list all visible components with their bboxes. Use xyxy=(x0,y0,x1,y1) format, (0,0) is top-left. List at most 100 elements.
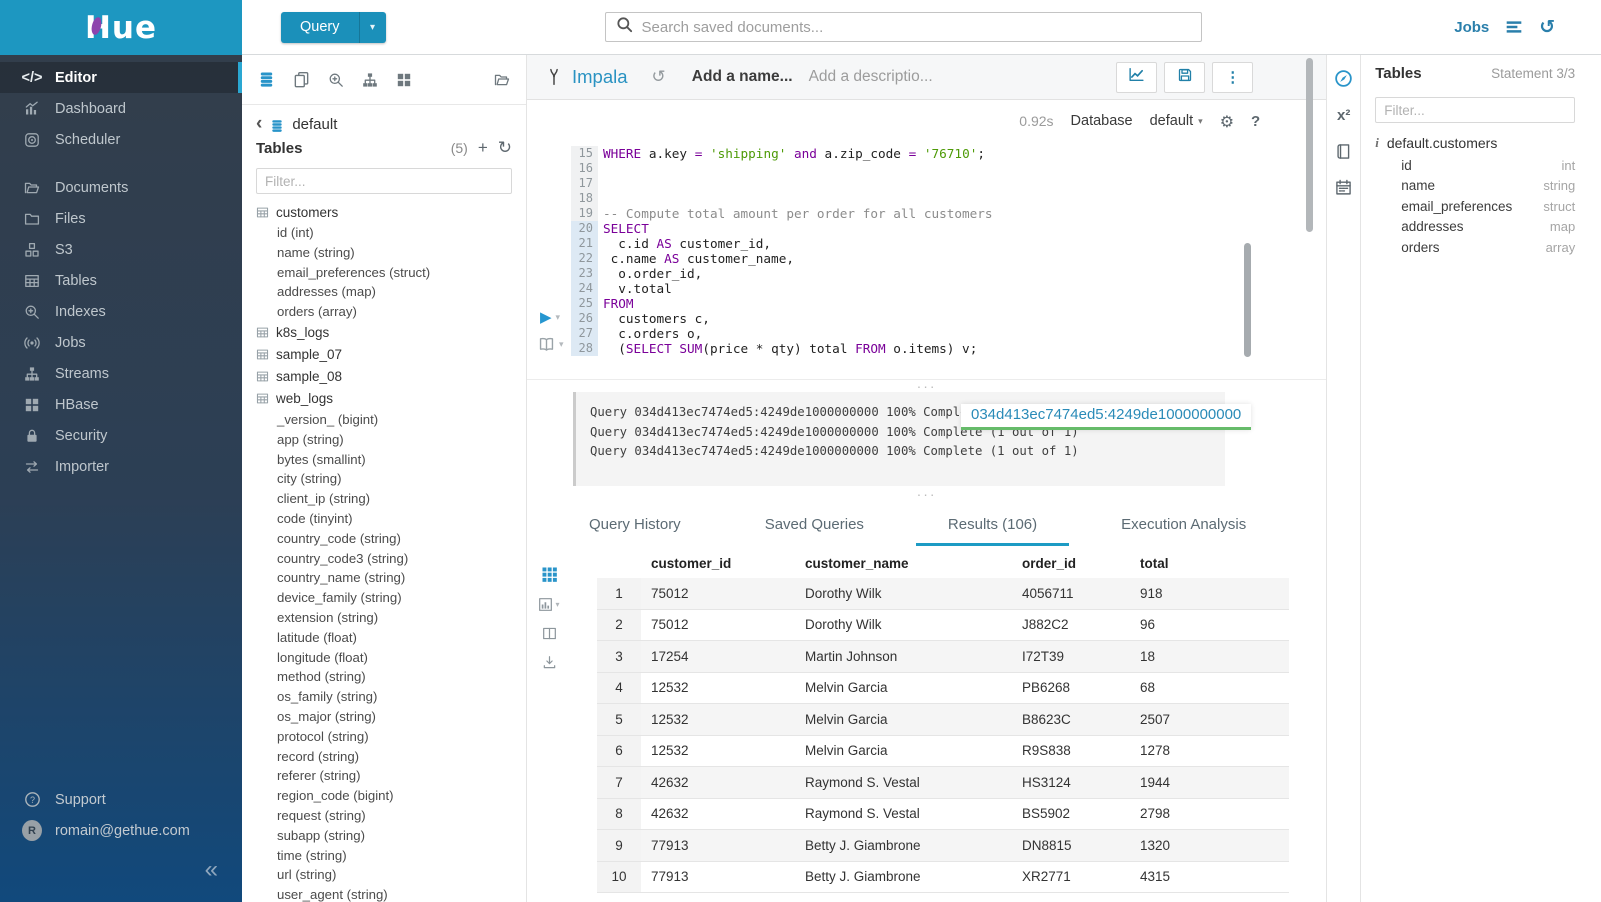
sidebar-item-security[interactable]: Security xyxy=(0,420,242,451)
table-item-k8s-logs[interactable]: k8s_logs xyxy=(256,322,526,344)
resize-handle[interactable]: ··· xyxy=(527,486,1326,502)
column-header-total[interactable]: total xyxy=(1130,556,1289,571)
column-header-customer-name[interactable]: customer_name xyxy=(795,556,1012,571)
query-button-caret[interactable]: ▾ xyxy=(359,12,386,43)
apps-grid-icon[interactable] xyxy=(396,72,412,88)
column-item[interactable]: os_family (string) xyxy=(256,687,526,707)
column-item[interactable]: city (string) xyxy=(256,469,526,489)
language-reference-button[interactable]: ▾ xyxy=(538,336,564,353)
right-column-item-orders[interactable]: ordersarray xyxy=(1375,237,1601,258)
sidebar-item-files[interactable]: Files xyxy=(0,203,242,234)
refresh-icon[interactable]: ↻ xyxy=(498,141,512,155)
column-item[interactable]: region_code (bigint) xyxy=(256,786,526,806)
column-item[interactable]: addresses (map) xyxy=(256,282,526,302)
panel-scrollbar[interactable] xyxy=(1306,58,1313,232)
table-item-sample-07[interactable]: sample_07 xyxy=(256,344,526,366)
editor-scrollbar[interactable] xyxy=(1244,243,1251,357)
tab-query-history[interactable]: Query History xyxy=(585,502,685,546)
open-folder-icon[interactable] xyxy=(494,72,510,88)
column-item[interactable]: extension (string) xyxy=(256,608,526,628)
column-item[interactable]: latitude (float) xyxy=(256,628,526,648)
column-item[interactable]: referer (string) xyxy=(256,766,526,786)
right-column-item-id[interactable]: idint xyxy=(1375,155,1601,176)
search-input[interactable] xyxy=(642,19,1191,36)
column-item[interactable]: method (string) xyxy=(256,667,526,687)
sidebar-collapse-button[interactable]: « xyxy=(0,852,242,888)
jobs-link[interactable]: Jobs xyxy=(1454,19,1489,36)
breadcrumb-database[interactable]: default xyxy=(292,116,337,133)
query-description-field[interactable]: Add a descriptio... xyxy=(809,68,933,86)
right-column-item-addresses[interactable]: addressesmap xyxy=(1375,217,1601,238)
sidebar-item-jobs[interactable]: Jobs xyxy=(0,327,242,358)
sidebar-item-editor[interactable]: </>Editor xyxy=(0,62,242,93)
columns-view-button[interactable] xyxy=(542,626,557,641)
search-plus-icon[interactable] xyxy=(328,72,344,88)
schedule-tab-button[interactable] xyxy=(1335,179,1352,196)
documents-source-icon[interactable] xyxy=(293,71,310,88)
hue-logo[interactable]: Hue xyxy=(0,0,242,55)
download-button[interactable] xyxy=(542,655,557,670)
sidebar-item-tables[interactable]: Tables xyxy=(0,265,242,296)
database-source-icon[interactable] xyxy=(258,71,275,88)
column-item[interactable]: country_name (string) xyxy=(256,568,526,588)
column-item[interactable]: code (tinyint) xyxy=(256,509,526,529)
database-selector[interactable]: default ▾ xyxy=(1150,113,1203,129)
chart-view-button[interactable]: ▾ xyxy=(538,597,559,612)
execute-button[interactable]: ▶ ▾ xyxy=(540,308,560,326)
tab-saved-queries[interactable]: Saved Queries xyxy=(761,502,868,546)
help-icon[interactable]: ? xyxy=(1251,113,1260,130)
sidebar-item-indexes[interactable]: Indexes xyxy=(0,296,242,327)
assist-filter-input[interactable] xyxy=(256,168,512,194)
language-docs-tab-button[interactable] xyxy=(1335,143,1352,160)
global-search[interactable] xyxy=(605,12,1202,42)
tab-execution-analysis[interactable]: Execution Analysis xyxy=(1117,502,1250,546)
column-item[interactable]: country_code (string) xyxy=(256,529,526,549)
column-item[interactable]: protocol (string) xyxy=(256,727,526,747)
column-header-customer-id[interactable]: customer_id xyxy=(641,556,795,571)
column-header-order-id[interactable]: order_id xyxy=(1012,556,1130,571)
add-table-icon[interactable]: + xyxy=(478,141,488,155)
column-item[interactable]: url (string) xyxy=(256,865,526,885)
sitemap-icon[interactable] xyxy=(362,72,378,88)
table-item-customers[interactable]: customers xyxy=(256,201,526,223)
column-item[interactable]: _version_ (bigint) xyxy=(256,410,526,430)
column-item[interactable]: record (string) xyxy=(256,747,526,767)
column-item[interactable]: orders (array) xyxy=(256,302,526,322)
column-item[interactable]: device_family (string) xyxy=(256,588,526,608)
history-icon[interactable]: ↺ xyxy=(1539,16,1555,38)
column-item[interactable]: name (string) xyxy=(256,243,526,263)
engine-name[interactable]: Impala xyxy=(572,66,628,88)
right-filter-input[interactable] xyxy=(1375,97,1575,123)
more-actions-button[interactable]: ⋮ xyxy=(1212,62,1253,93)
column-item[interactable]: user_agent (string) xyxy=(256,885,526,902)
column-item[interactable]: client_ip (string) xyxy=(256,489,526,509)
sidebar-item-streams[interactable]: Streams xyxy=(0,358,242,389)
tab-results-106-[interactable]: Results (106) xyxy=(944,502,1041,546)
column-item[interactable]: time (string) xyxy=(256,846,526,866)
query-id-popover[interactable]: 034d413ec7474ed5:4249de1000000000 xyxy=(961,404,1251,430)
sidebar-item-user[interactable]: R romain@gethue.com xyxy=(0,815,242,846)
query-history-icon[interactable]: ↺ xyxy=(652,67,666,87)
column-item[interactable]: app (string) xyxy=(256,430,526,450)
save-button[interactable] xyxy=(1164,62,1205,93)
sidebar-item-documents[interactable]: Documents xyxy=(0,172,242,203)
sidebar-item-scheduler[interactable]: Scheduler xyxy=(0,124,242,155)
back-chevron-icon[interactable]: ‹ xyxy=(256,115,262,133)
column-item[interactable]: country_code3 (string) xyxy=(256,549,526,569)
assistant-tab-button[interactable] xyxy=(1334,69,1353,88)
settings-gear-icon[interactable]: ⚙ xyxy=(1220,112,1234,131)
sidebar-item-s3[interactable]: S3 xyxy=(0,234,242,265)
sidebar-item-support[interactable]: ? Support xyxy=(0,784,242,815)
table-item-web-logs[interactable]: web_logs xyxy=(256,388,526,410)
sidebar-item-importer[interactable]: Importer xyxy=(0,451,242,482)
column-item[interactable]: os_major (string) xyxy=(256,707,526,727)
sidebar-item-dashboard[interactable]: Dashboard xyxy=(0,93,242,124)
new-query-button[interactable]: Query ▾ xyxy=(281,12,386,43)
functions-tab-button[interactable]: x² xyxy=(1337,107,1350,124)
column-item[interactable]: request (string) xyxy=(256,806,526,826)
resize-handle[interactable]: ··· xyxy=(527,380,1326,392)
right-column-item-name[interactable]: namestring xyxy=(1375,176,1601,197)
column-item[interactable]: subapp (string) xyxy=(256,826,526,846)
jobs-list-icon[interactable] xyxy=(1505,18,1523,36)
column-item[interactable]: id (int) xyxy=(256,223,526,243)
